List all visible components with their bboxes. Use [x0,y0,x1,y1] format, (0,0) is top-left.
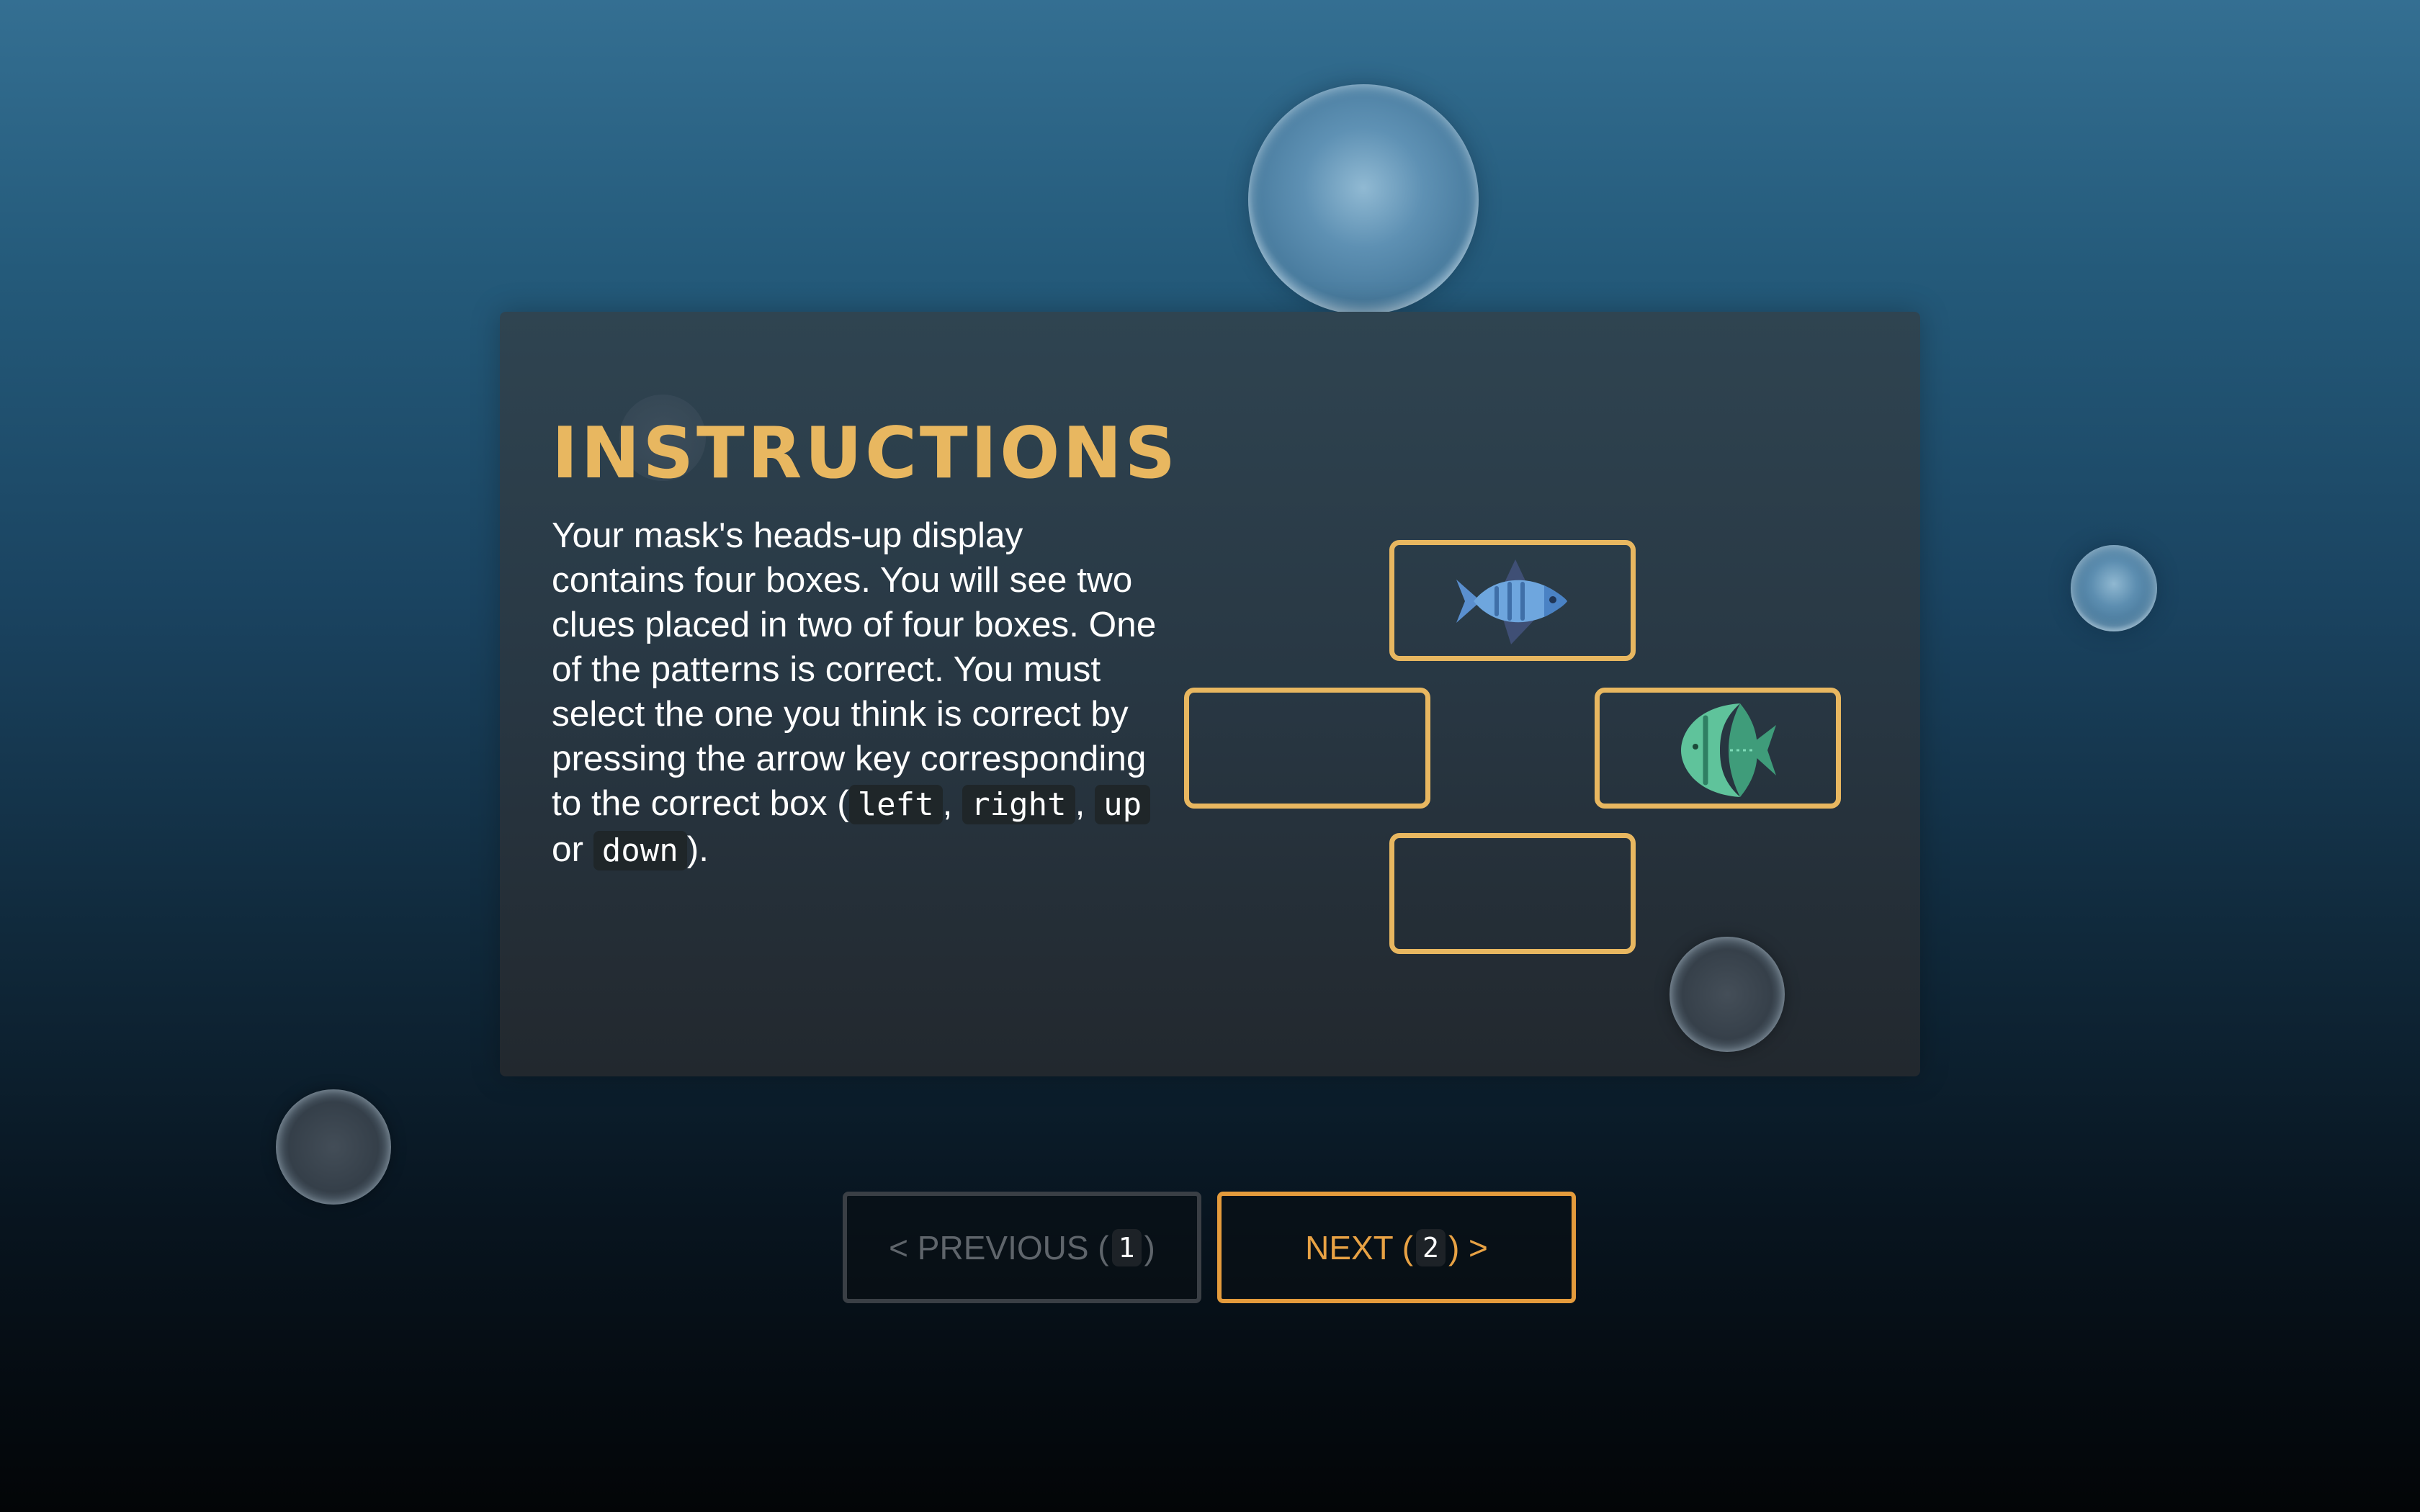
next-key: 2 [1416,1228,1446,1266]
separator-or: or [552,829,584,869]
key-up: up [1095,785,1151,824]
box-left [1184,688,1430,809]
separator-comma-1: , [942,783,953,823]
instructions-title: INSTRUCTIONS [552,413,1179,495]
instructions-end: ). [686,829,709,869]
next-button[interactable]: NEXT (2) > [1217,1192,1576,1303]
key-left: left [848,785,943,824]
key-right: right [962,785,1075,824]
previous-key: 1 [1111,1228,1142,1266]
previous-button[interactable]: < PREVIOUS (1) [843,1192,1201,1303]
box-down [1389,833,1636,954]
small-bubble-right [2071,545,2157,631]
bubble-card [1670,937,1785,1052]
instructions-card: INSTRUCTIONS Your mask's heads-up displa… [500,312,1920,1076]
instructions-body: Your mask's heads-up display contains fo… [552,516,1157,823]
angelfish-icon [1681,703,1776,797]
separator-comma-2: , [1075,783,1085,823]
next-label: NEXT ( [1305,1228,1414,1266]
previous-label: < PREVIOUS ( [889,1228,1109,1266]
next-close: ) > [1448,1228,1488,1266]
large-bubble [1248,84,1479,315]
box-up [1389,540,1636,661]
key-down: down [593,831,687,870]
fish-icon [1456,559,1567,644]
bubble-left [276,1089,391,1205]
box-right [1595,688,1841,809]
instructions-text: Your mask's heads-up display contains fo… [552,513,1157,873]
previous-close: ) [1144,1228,1155,1266]
